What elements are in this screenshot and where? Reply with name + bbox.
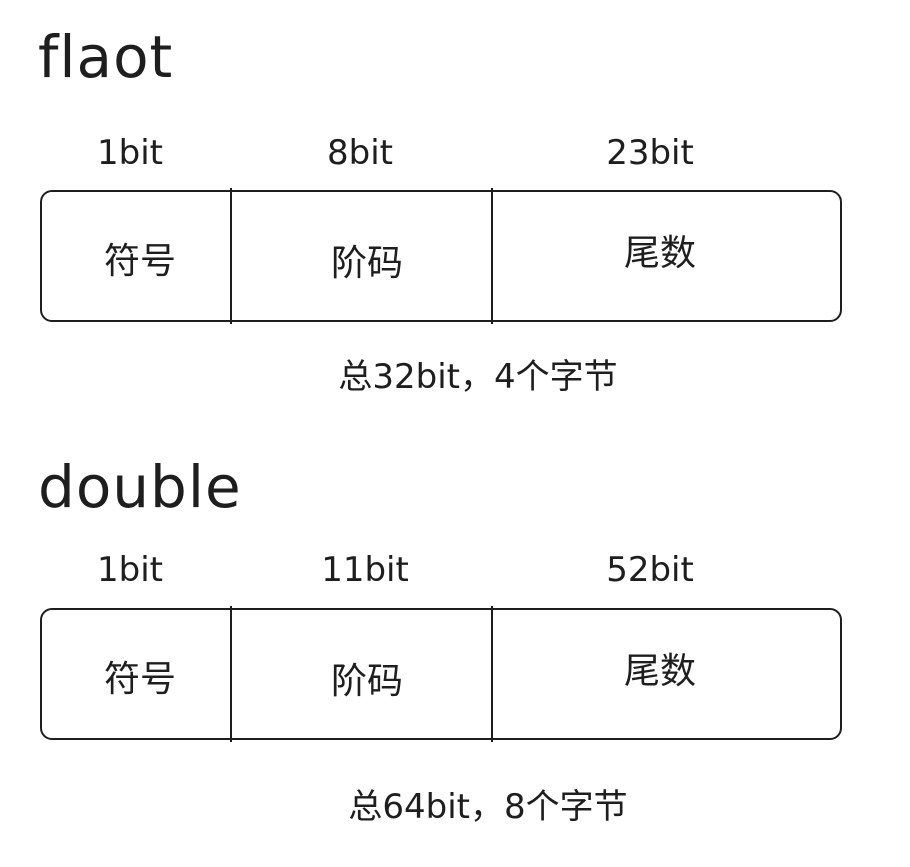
double-exponent-field: 阶码 [330, 661, 404, 702]
float-exponent-field: 阶码 [330, 243, 404, 284]
float-exponent-bits-label: 8bit [327, 133, 393, 173]
double-mantissa-bits-label: 52bit [606, 550, 694, 590]
double-divider-2 [491, 606, 493, 742]
float-divider-2 [491, 188, 493, 324]
float-sign-bits-label: 1bit [97, 133, 163, 173]
float-total-label: 总32bit，4个字节 [338, 357, 618, 397]
float-title: flaot [38, 23, 174, 91]
double-exponent-bits-label: 11bit [321, 550, 409, 590]
double-divider-1 [230, 606, 232, 742]
double-mantissa-field: 尾数 [623, 651, 697, 692]
double-title: double [38, 453, 242, 521]
float-divider-1 [230, 188, 232, 324]
double-layout-box: 符号 阶码 尾数 [40, 606, 842, 742]
float-sign-field: 符号 [103, 241, 177, 282]
double-total-label: 总64bit，8个字节 [348, 787, 628, 827]
float-layout-box: 符号 阶码 尾数 [40, 188, 842, 324]
float-mantissa-bits-label: 23bit [606, 133, 694, 173]
double-sign-field: 符号 [103, 659, 177, 700]
float-mantissa-field: 尾数 [623, 233, 697, 274]
double-sign-bits-label: 1bit [97, 550, 163, 590]
